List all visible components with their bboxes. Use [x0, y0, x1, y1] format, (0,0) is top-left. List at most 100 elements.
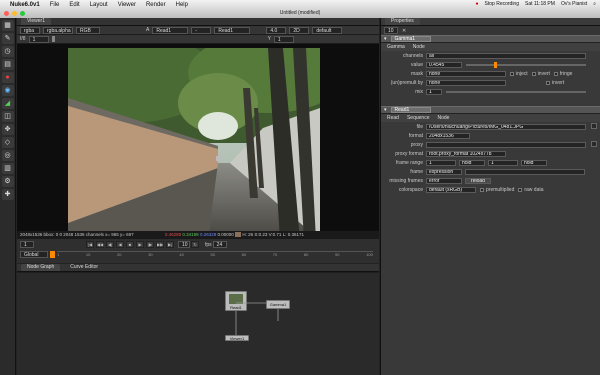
channels-select[interactable]: all [426, 52, 586, 59]
file-path-field[interactable]: /Users/niuchuang/Pictures/IMG_0481.JPG [426, 123, 586, 130]
user-menu[interactable]: Ov's Pianist [561, 1, 587, 7]
tab-read-node[interactable]: Node [437, 115, 449, 121]
play-forward-icon[interactable]: ▶ [136, 241, 144, 248]
file-browse-icon[interactable] [591, 123, 597, 129]
max-panels-field[interactable]: 10 [384, 27, 398, 34]
range-end-field[interactable]: 1 [488, 159, 518, 166]
viewer-canvas[interactable]: 2048x1536 [17, 44, 379, 250]
tab-gamma[interactable]: Gamma [387, 44, 405, 50]
raw-data-checkbox[interactable]: raw data [518, 187, 544, 193]
unpremult-invert-checkbox[interactable]: invert [546, 80, 564, 86]
menu-layout[interactable]: Layout [85, 2, 113, 8]
node-graph-canvas[interactable]: Read1 Gamma1 Viewer1 [17, 273, 379, 375]
display-lut-select[interactable]: default [312, 26, 343, 34]
transform-tool-icon[interactable]: ✥ [1, 124, 14, 135]
mix-field[interactable]: 1 [426, 88, 442, 95]
step-forward-icon[interactable]: |▶ [146, 241, 154, 248]
menu-file[interactable]: File [45, 2, 65, 8]
proxy-browse-icon[interactable] [591, 141, 597, 147]
plugins-tool-icon[interactable]: ✚ [1, 189, 14, 200]
step-field[interactable]: 10 [178, 241, 190, 248]
proxy-format-select[interactable]: root.proxy_format 1024x778 [426, 150, 506, 157]
stop-icon[interactable]: ■ [126, 241, 134, 248]
input-b-select[interactable]: Read1 [214, 26, 251, 34]
time-tool-icon[interactable]: ◷ [1, 46, 14, 57]
tab-gamma-node[interactable]: Node [413, 44, 425, 50]
spotlight-icon[interactable]: ⌕ [593, 1, 596, 7]
clear-panels-icon[interactable]: ✕ [402, 28, 406, 34]
alpha-channel-select[interactable]: rgba.alpha [43, 26, 73, 34]
fringe-checkbox[interactable]: fringe [553, 71, 572, 77]
color-tool-icon[interactable]: ● [1, 72, 14, 83]
unpremult-select[interactable]: none [426, 79, 506, 86]
after-mode-select[interactable]: hold [521, 159, 547, 166]
app-menu[interactable]: Nuke6.0v1 [4, 2, 45, 8]
menu-render[interactable]: Render [141, 2, 171, 8]
proxy-field[interactable] [426, 141, 586, 148]
stop-recording[interactable]: Stop Recording [485, 1, 519, 7]
viewer-node[interactable]: Viewer1 [225, 335, 249, 341]
views-tool-icon[interactable]: ◎ [1, 150, 14, 161]
colorspace-select[interactable]: default (sRGB) [426, 186, 476, 193]
range-start-field[interactable]: 1 [426, 159, 456, 166]
display-channels-select[interactable]: RGB [76, 26, 100, 34]
fps-field[interactable]: 24 [212, 241, 227, 248]
reload-button[interactable]: reload [465, 177, 491, 184]
menu-viewer[interactable]: Viewer [113, 2, 141, 8]
merge-tool-icon[interactable]: ◫ [1, 111, 14, 122]
read-collapse-icon[interactable]: ▾ [384, 107, 387, 113]
read-node-name[interactable]: Read1 [390, 107, 431, 113]
gamma-slider-handle[interactable] [494, 61, 497, 68]
inject-checkbox[interactable]: inject [510, 71, 528, 77]
3d-tool-icon[interactable]: ◇ [1, 137, 14, 148]
gamma-slider[interactable] [466, 61, 586, 68]
frame-start-field[interactable]: 1 [20, 241, 34, 248]
gain-field[interactable]: 4.0 [266, 26, 287, 34]
format-select[interactable]: 2048x1536 [426, 132, 470, 139]
next-keyframe-icon[interactable]: ▶▶ [156, 241, 164, 248]
mix-slider[interactable] [446, 90, 586, 93]
mask-select[interactable]: none [426, 70, 506, 77]
timeline-colorspace-select[interactable]: Global [20, 251, 48, 258]
first-frame-icon[interactable]: |◀ [86, 241, 94, 248]
prev-keyframe-icon[interactable]: ◀◀ [96, 241, 104, 248]
missing-frames-select[interactable]: error [426, 177, 462, 184]
tab-curve-editor[interactable]: Curve Editor [64, 264, 105, 271]
channels-select[interactable]: rgba [20, 26, 40, 34]
frame-mode-select[interactable]: expression [426, 168, 462, 175]
premultiplied-checkbox[interactable]: premultiplied [480, 187, 514, 193]
image-tool-icon[interactable]: ▦ [1, 20, 14, 31]
before-mode-select[interactable]: hold [459, 159, 485, 166]
input-a-select[interactable]: Read1 [152, 26, 189, 34]
frame-ruler[interactable]: 1 10 20 30 40 50 60 70 80 90 100 [57, 251, 373, 260]
keyer-tool-icon[interactable]: ◢ [1, 98, 14, 109]
clock[interactable]: Sat 11:18 PM [525, 1, 555, 7]
loop-mode-icon[interactable]: ↻ [191, 241, 199, 248]
record-icon[interactable]: ● [476, 1, 479, 7]
filter-tool-icon[interactable]: ◉ [1, 85, 14, 96]
metadata-tool-icon[interactable]: ▥ [1, 163, 14, 174]
tab-node-graph[interactable]: Node Graph [21, 264, 61, 271]
frame-expression-field[interactable] [465, 168, 585, 175]
play-backward-icon[interactable]: ◀ [116, 241, 124, 248]
tab-read[interactable]: Read [387, 115, 399, 121]
last-frame-icon[interactable]: ▶| [166, 241, 174, 248]
gamma-node-name[interactable]: Gamma1 [390, 36, 431, 42]
gamma-value-field[interactable]: 0.4545 [426, 61, 462, 68]
gain-slider[interactable] [51, 36, 55, 42]
zoom-window-button[interactable] [20, 11, 25, 16]
menu-edit[interactable]: Edit [64, 2, 84, 8]
collapse-icon[interactable]: ▾ [384, 36, 387, 42]
gamma-field[interactable]: 1 [273, 35, 294, 43]
close-window-button[interactable] [4, 11, 9, 16]
other-tool-icon[interactable]: ⚙ [1, 176, 14, 187]
tab-viewer1[interactable]: Viewer1 [21, 18, 51, 25]
invert-checkbox[interactable]: invert [531, 71, 550, 77]
playhead-marker[interactable] [50, 251, 55, 258]
compare-mode-select[interactable]: - [191, 26, 212, 34]
view-mode-select[interactable]: 2D [289, 26, 310, 34]
channel-tool-icon[interactable]: ▤ [1, 59, 14, 70]
menu-help[interactable]: Help [171, 2, 193, 8]
draw-tool-icon[interactable]: ✎ [1, 33, 14, 44]
minimize-window-button[interactable] [12, 11, 17, 16]
